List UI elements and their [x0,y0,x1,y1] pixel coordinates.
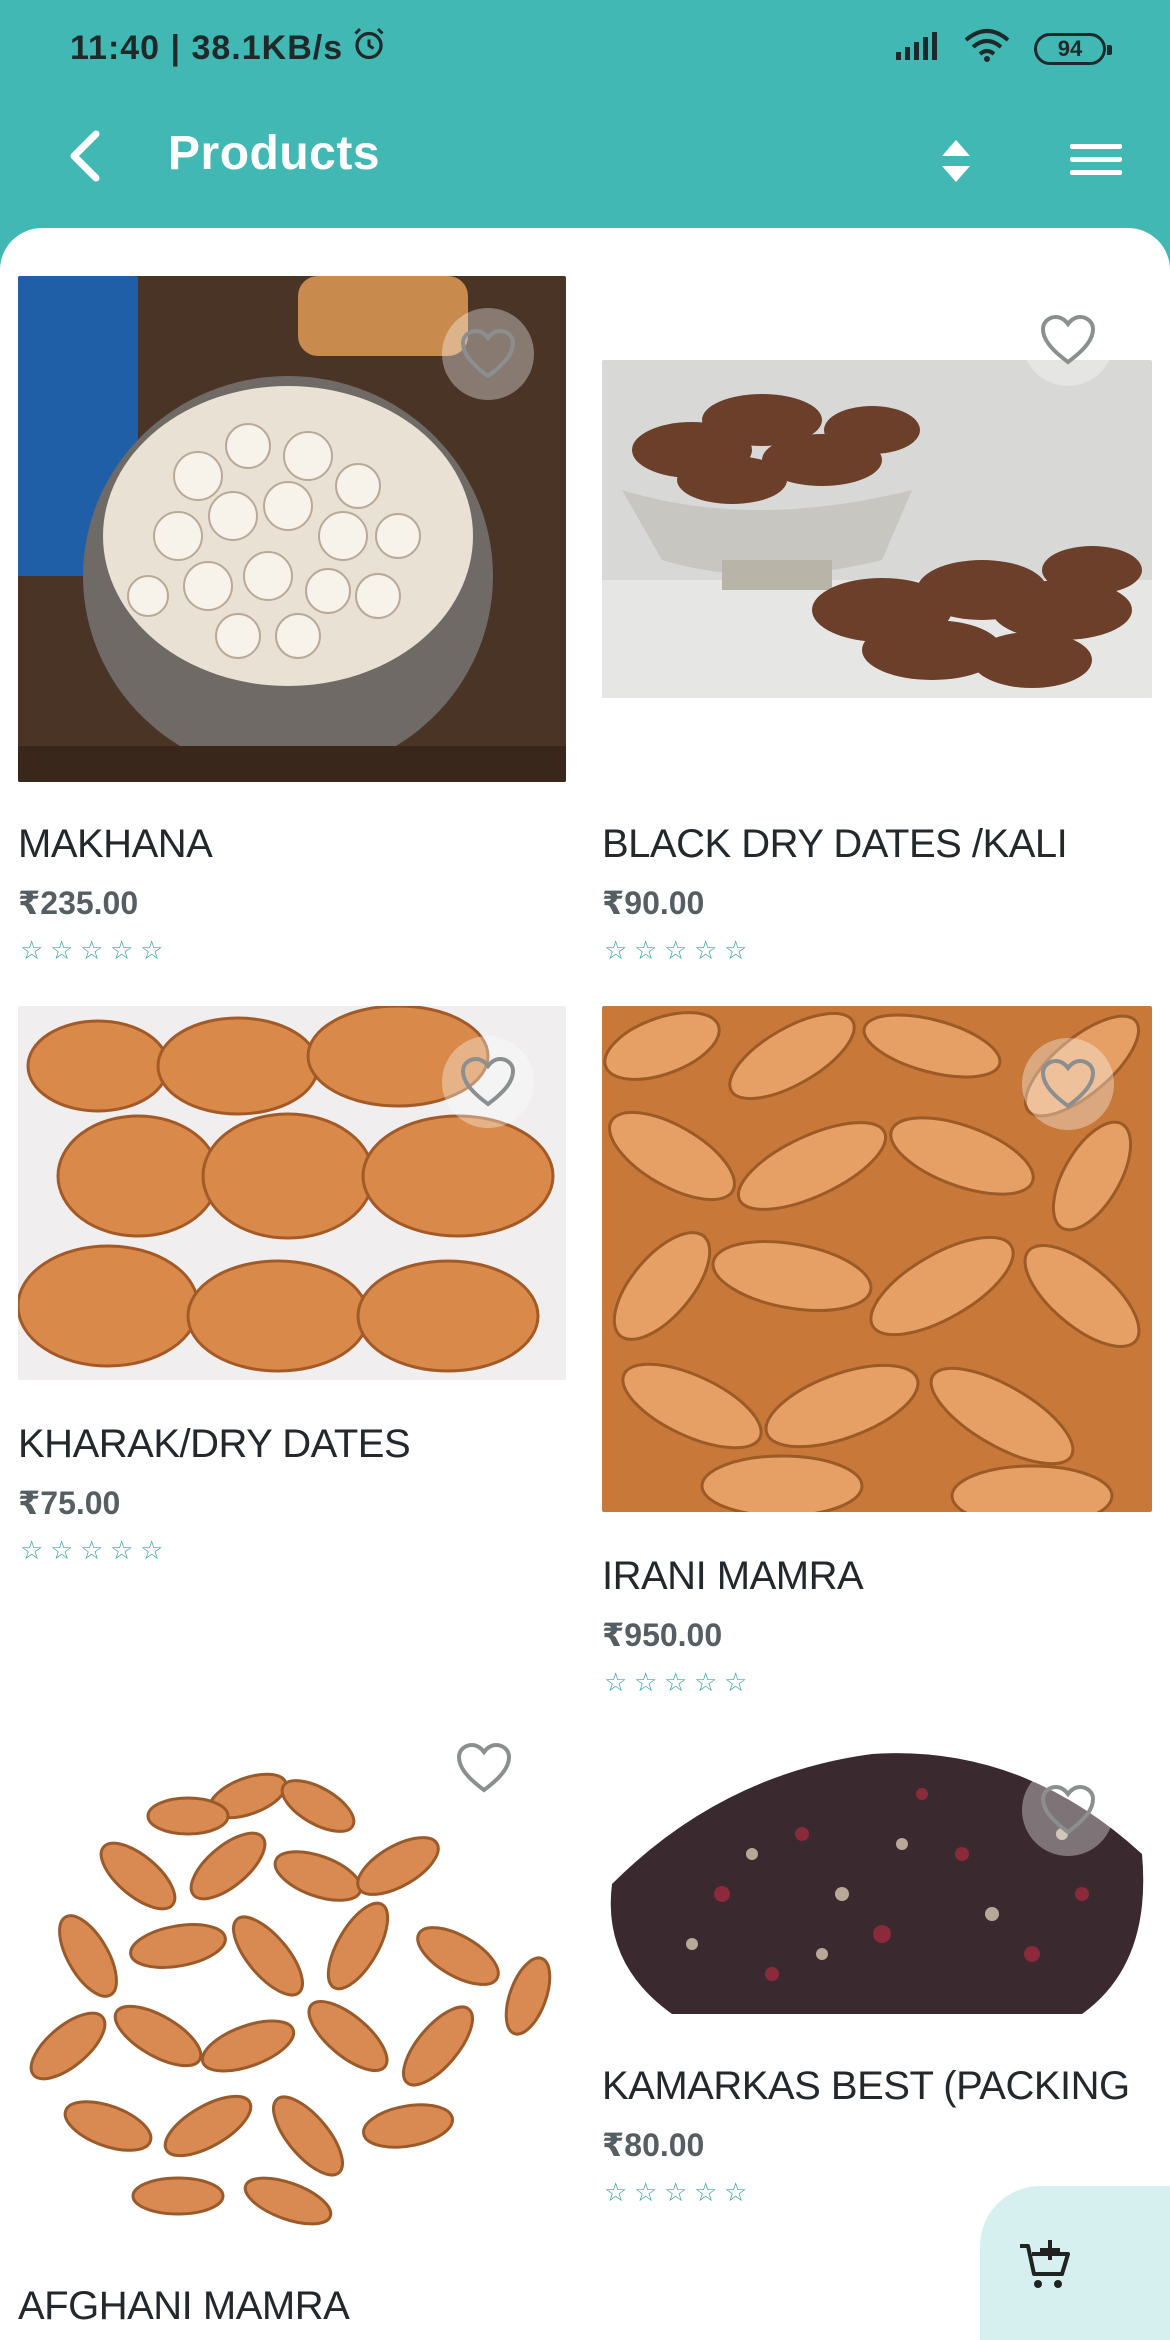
battery-level: 94 [1057,35,1083,61]
back-button[interactable] [58,128,114,184]
star-icon: ☆ [604,1668,628,1698]
rating-stars: ☆ ☆ ☆ ☆ ☆ [604,938,750,964]
status-bar: 11:40 | 38.1KB/s 94 [0,0,1170,96]
star-icon: ☆ [20,936,44,966]
app-bar: Products [0,96,1170,228]
status-right: 94 [894,28,1112,69]
star-icon: ☆ [694,2178,718,2208]
product-card[interactable]: IRANI MAMRA ₹950.00 ☆ ☆ ☆ ☆ ☆ [602,1006,1152,1746]
heart-icon [1040,1058,1096,1109]
favorite-button[interactable] [442,308,534,400]
star-icon: ☆ [110,936,134,966]
star-icon: ☆ [50,936,74,966]
star-icon: ☆ [80,936,104,966]
alarm-icon [351,26,387,71]
product-name: KAMARKAS BEST (PACKING [602,2064,1130,2108]
star-icon: ☆ [724,1668,748,1698]
wifi-icon [962,28,1012,69]
star-icon: ☆ [694,1668,718,1698]
menu-button[interactable] [1066,132,1130,188]
favorite-button[interactable] [1022,1764,1114,1856]
status-time-speed: 11:40 | 38.1KB/s [70,29,344,67]
product-name: AFGHANI MAMRA [18,2284,350,2328]
star-icon: ☆ [110,1536,134,1566]
star-icon: ☆ [50,1536,74,1566]
rating-stars: ☆ ☆ ☆ ☆ ☆ [604,1670,750,1696]
product-name: BLACK DRY DATES /KALI [602,822,1068,866]
rating-stars: ☆ ☆ ☆ ☆ ☆ [20,938,166,964]
star-icon: ☆ [604,936,628,966]
favorite-button[interactable] [1022,294,1114,386]
star-icon: ☆ [20,1536,44,1566]
product-price: ₹80.00 [602,2127,705,2163]
product-price: ₹235.00 [18,885,139,921]
page-title: Products [168,127,381,180]
star-icon: ☆ [694,936,718,966]
battery-icon: 94 [1034,32,1112,65]
add-to-cart-button[interactable] [980,2186,1170,2340]
heart-icon [1040,1784,1096,1835]
product-card[interactable]: BLACK DRY DATES /KALI ₹90.00 ☆ ☆ ☆ ☆ ☆ [602,276,1152,976]
product-price: ₹75.00 [18,1485,121,1521]
menu-icon [1070,144,1122,175]
product-name: IRANI MAMRA [602,1554,864,1598]
rating-stars: ☆ ☆ ☆ ☆ ☆ [604,2180,750,2206]
star-icon: ☆ [664,1668,688,1698]
status-left: 11:40 | 38.1KB/s [70,26,387,71]
heart-icon [456,1742,512,1793]
star-icon: ☆ [634,2178,658,2208]
star-icon: ☆ [724,936,748,966]
product-card[interactable]: MAKHANA ₹235.00 ☆ ☆ ☆ ☆ ☆ [18,276,568,976]
product-name: MAKHANA [18,822,213,866]
star-icon: ☆ [634,936,658,966]
product-card[interactable]: AFGHANI MAMRA [18,1722,568,2340]
star-icon: ☆ [634,1668,658,1698]
star-icon: ☆ [604,2178,628,2208]
product-grid[interactable]: MAKHANA ₹235.00 ☆ ☆ ☆ ☆ ☆ BLACK DRY DATE… [0,228,1170,2340]
signal-icon [894,30,940,67]
product-image-black-dry-dates[interactable] [602,360,1152,698]
sort-button[interactable] [928,132,984,188]
cart-add-icon [1020,2240,1070,2288]
favorite-button[interactable] [442,1036,534,1128]
star-icon: ☆ [724,2178,748,2208]
product-price: ₹90.00 [602,885,705,921]
heart-icon [1040,314,1096,365]
star-icon: ☆ [80,1536,104,1566]
star-icon: ☆ [140,936,164,966]
product-name: KHARAK/DRY DATES [18,1422,411,1466]
heart-icon [460,328,516,379]
heart-icon [460,1056,516,1107]
product-price: ₹950.00 [602,1617,723,1653]
star-icon: ☆ [664,2178,688,2208]
rating-stars: ☆ ☆ ☆ ☆ ☆ [20,1538,166,1564]
favorite-button[interactable] [1022,1038,1114,1130]
product-card[interactable]: KHARAK/DRY DATES ₹75.00 ☆ ☆ ☆ ☆ ☆ [18,1006,568,1606]
star-icon: ☆ [140,1536,164,1566]
favorite-button[interactable] [438,1722,530,1814]
star-icon: ☆ [664,936,688,966]
chevron-left-icon [70,130,100,182]
sort-icon [942,140,970,182]
